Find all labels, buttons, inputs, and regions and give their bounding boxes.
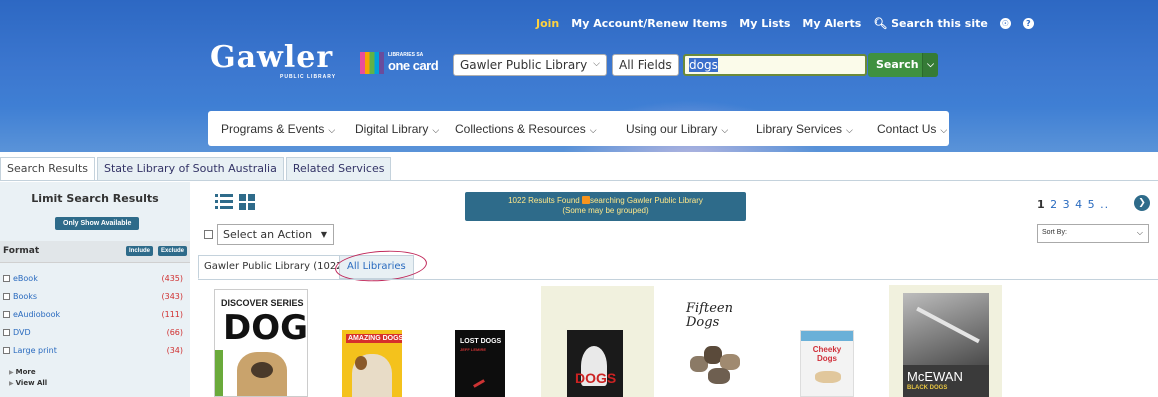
my-alerts-link[interactable]: My Alerts — [802, 17, 861, 30]
chevron-down-icon: ⌵ — [1136, 228, 1143, 237]
tab-state-library[interactable]: State Library of South Australia — [97, 157, 284, 181]
list-view-icon[interactable] — [215, 193, 263, 211]
more-link[interactable]: ▶ More — [9, 368, 36, 376]
book-cover[interactable]: Cheeky Dogs — [800, 330, 854, 397]
chevron-down-icon: ⌵ — [328, 125, 336, 135]
library-select[interactable]: Gawler Public Library ⌵ — [453, 54, 607, 76]
checkbox — [3, 311, 10, 318]
search-icon: 🔍︎ — [873, 17, 888, 30]
chevron-down-icon: ⌵ — [432, 125, 440, 135]
header-banner: Join My Account/Renew Items My Lists My … — [0, 0, 1158, 152]
include-button[interactable]: Include — [126, 246, 154, 256]
book-cover: McEWAN BLACK DOGS — [903, 293, 989, 397]
limit-title: Limit Search Results — [31, 192, 159, 205]
view-toggle — [215, 193, 263, 215]
book-cover[interactable]: Fifteen Dogs — [680, 290, 758, 397]
my-lists-link[interactable]: My Lists — [739, 17, 790, 30]
format-item-large-print[interactable]: Large print (34) — [3, 346, 183, 355]
help-icon[interactable]: ? — [1022, 18, 1034, 29]
search-options-dropdown[interactable]: ⌵ — [922, 53, 938, 77]
nav-programs-events[interactable]: Programs & Events ⌵ — [221, 122, 335, 136]
join-link[interactable]: Join — [536, 17, 559, 30]
sort-select[interactable]: Sort By: ⌵ — [1037, 224, 1149, 243]
book-cover-frame[interactable]: McEWAN BLACK DOGS — [889, 285, 1002, 397]
rss-icon[interactable] — [581, 196, 590, 204]
book-cover-frame[interactable]: DOGS — [541, 286, 654, 397]
divider — [0, 180, 1158, 181]
chevron-down-icon: ⌵ — [940, 125, 948, 135]
search-input[interactable]: dogs — [683, 54, 867, 76]
only-available-button[interactable]: Only Show Available — [55, 217, 140, 230]
results-tabs: Search Results State Library of South Au… — [0, 157, 393, 181]
accessibility-icon[interactable]: ☉ — [999, 18, 1011, 29]
search-button[interactable]: Search ⌵ — [868, 53, 938, 77]
checkbox — [3, 275, 10, 282]
nav-collections-resources[interactable]: Collections & Resources ⌵ — [455, 122, 597, 136]
tab-search-results[interactable]: Search Results — [0, 157, 96, 181]
nav-digital-library[interactable]: Digital Library ⌵ — [355, 122, 439, 136]
view-all-link[interactable]: ▶ View All — [9, 379, 47, 387]
tab-gawler-library[interactable]: Gawler Public Library (1022) — [198, 255, 353, 279]
gawler-logo[interactable]: Gawler PUBLIC LIBRARY — [210, 40, 335, 80]
pagination[interactable]: 1 2 3 4 5 .. — [1037, 198, 1109, 211]
action-select[interactable]: Select an Action ▼ — [217, 224, 334, 245]
chevron-down-icon: ⌵ — [721, 125, 729, 135]
book-cover: DOGS — [567, 330, 623, 397]
exclude-button[interactable]: Exclude — [158, 246, 188, 256]
format-item-dvd[interactable]: DVD (66) — [3, 328, 183, 337]
top-nav: Join My Account/Renew Items My Lists My … — [536, 17, 1034, 30]
format-item-eaudiobook[interactable]: eAudiobook (111) — [3, 310, 183, 319]
format-header: Format Include Exclude — [0, 241, 190, 263]
nav-library-services[interactable]: Library Services ⌵ — [756, 122, 853, 136]
chevron-down-icon: ⌵ — [593, 59, 600, 69]
checkbox — [3, 347, 10, 354]
onecard-books-icon — [360, 52, 384, 74]
field-select[interactable]: All Fields ⌵ — [612, 54, 679, 76]
select-all-checkbox[interactable] — [204, 230, 213, 239]
book-cover[interactable]: LOST DOGS JEFF LEMIRE — [455, 330, 505, 397]
divider — [198, 279, 1158, 280]
chevron-down-icon: ⌵ — [589, 125, 597, 135]
book-cover[interactable]: DISCOVER SERIES DOGS — [214, 289, 308, 397]
triangle-right-icon: ▶ — [9, 380, 14, 387]
nav-using-library[interactable]: Using our Library ⌵ — [626, 122, 728, 136]
dogs-illustration — [690, 342, 748, 386]
triangle-right-icon: ▶ — [9, 369, 14, 376]
limit-sidebar: Limit Search Results Only Show Available… — [0, 182, 190, 397]
checkbox — [3, 293, 10, 300]
book-cover[interactable]: AMAZING DOGS — [342, 330, 402, 397]
nav-contact-us[interactable]: Contact Us ⌵ — [877, 122, 947, 136]
chevron-down-icon: ⌵ — [846, 125, 853, 135]
format-item-books[interactable]: Books (343) — [3, 292, 183, 301]
results-summary: 1022 Results Found searching Gawler Publ… — [465, 192, 746, 221]
search-site-link[interactable]: 🔍︎ Search this site — [873, 17, 988, 30]
my-account-link[interactable]: My Account/Renew Items — [571, 17, 727, 30]
checkbox — [3, 329, 10, 336]
caret-down-icon: ▼ — [320, 230, 327, 239]
main-nav: Programs & Events ⌵ Digital Library ⌵ Coll… — [208, 111, 949, 146]
tab-related-services[interactable]: Related Services — [285, 157, 392, 181]
next-page-button[interactable]: ❯ — [1134, 195, 1150, 211]
chevron-down-icon: ⌵ — [665, 59, 672, 69]
onecard-logo[interactable]: LIBRARIES SA one card — [360, 50, 440, 74]
format-item-ebook[interactable]: eBook (435) — [3, 274, 183, 283]
